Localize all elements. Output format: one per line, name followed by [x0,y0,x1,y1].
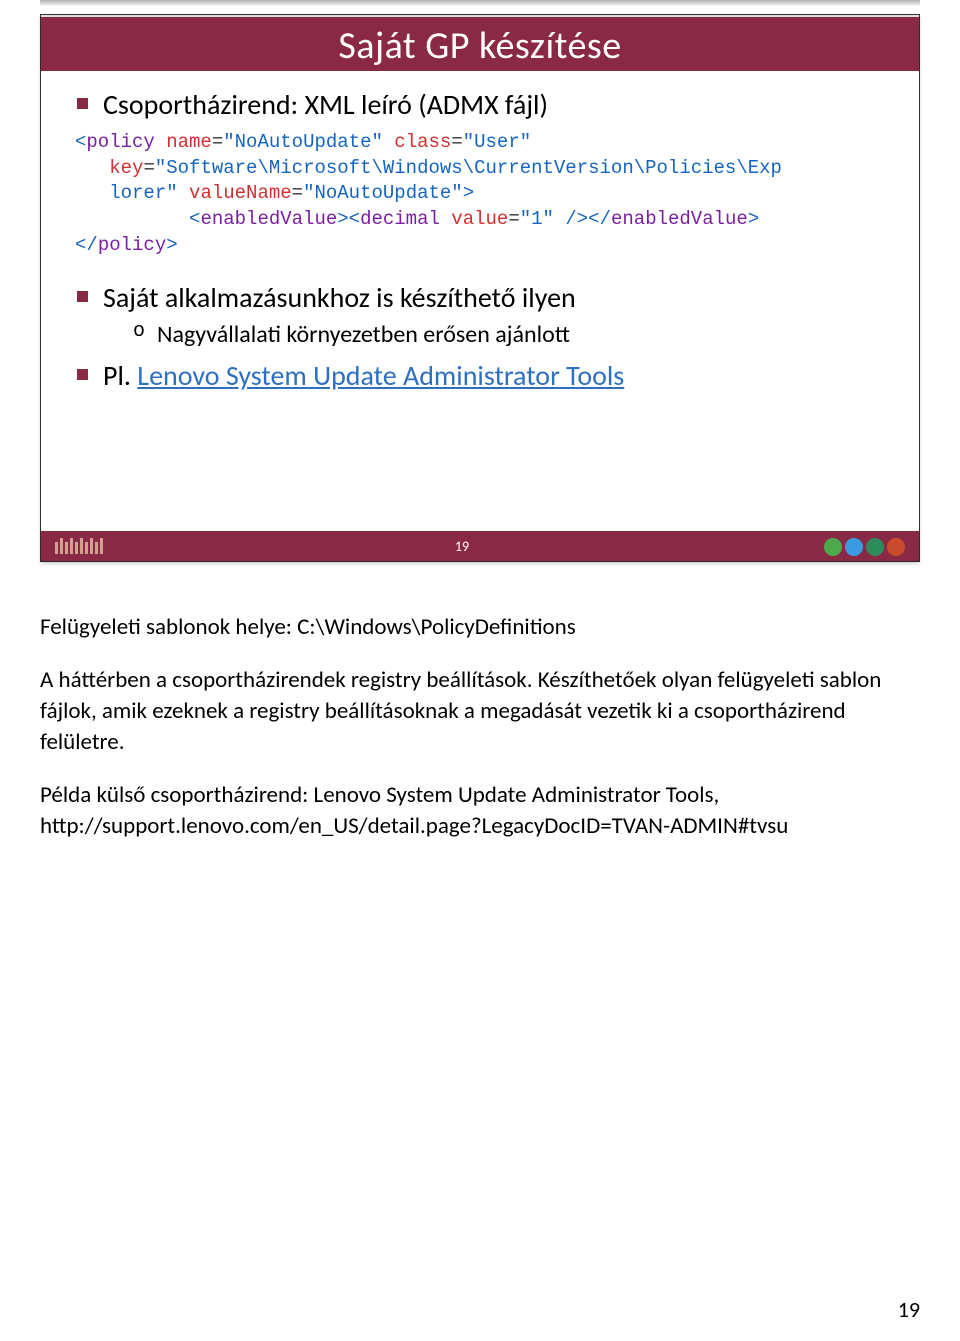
code-block-admx: <policy name="NoAutoUpdate" class="User"… [63,130,897,258]
code-angle: </ [75,234,98,256]
code-val: "1" [520,208,554,230]
link-lenovo-tools[interactable]: Lenovo System Update Administrator Tools [137,358,624,393]
code-angle: < [349,208,360,230]
slide-title: Saját GP készítése [41,23,919,69]
code-tag: enabledValue [611,208,748,230]
code-val: "User" [463,131,531,153]
slide-container: Saját GP készítése Csoportházirend: XML … [40,14,920,562]
note-paragraph: Felügyeleti sablonok helye: C:\Windows\P… [40,612,920,643]
code-angle: < [189,208,200,230]
speaker-notes: Felügyeleti sablonok helye: C:\Windows\P… [0,562,960,842]
bullet-example-prefix: Pl. [103,358,137,393]
code-eq: = [292,182,303,204]
code-val: "NoAutoUpdate" [223,131,383,153]
slide-body: Csoportházirend: XML leíró (ADMX fájl) <… [41,71,919,531]
code-angle: > [748,208,759,230]
code-angle: < [75,131,86,153]
footer-nav-icons [821,536,905,555]
nav-dot-icon[interactable] [887,538,905,556]
code-val: "NoAutoUpdate" [303,182,463,204]
code-eq: = [143,157,154,179]
code-attr: name [155,131,212,153]
code-attr: value [440,208,508,230]
nav-dot-icon[interactable] [866,538,884,556]
code-eq: = [212,131,223,153]
code-attr: valueName [178,182,292,204]
subbullet-recommended: Nagyvállalati környezetben erősen ajánlo… [133,319,897,350]
code-eq: = [508,208,519,230]
footer-logo-icon [55,538,103,554]
note-paragraph: Példa külső csoportházirend: Lenovo Syst… [40,780,920,842]
slide-title-bar: Saját GP készítése [41,15,919,71]
code-tag: enabledValue [200,208,337,230]
code-attr: class [383,131,451,153]
code-angle: > [463,182,474,204]
code-angle: /> [554,208,588,230]
bullet-own-app: Saját alkalmazásunkhoz is készíthető ily… [77,280,897,350]
note-paragraph: A háttérben a csoportházirendek registry… [40,665,920,758]
bullet-example: Pl. Lenovo System Update Administrator T… [77,358,897,393]
code-tag: policy [86,131,154,153]
code-tag: policy [98,234,166,256]
code-val: "Software\Microsoft\Windows\CurrentVersi… [155,157,782,179]
code-angle: </ [588,208,611,230]
code-attr: key [109,157,143,179]
bullet-own-app-text: Saját alkalmazásunkhoz is készíthető ily… [103,280,576,315]
code-angle: > [166,234,177,256]
footer-slide-number: 19 [455,538,469,555]
code-eq: = [451,131,462,153]
code-tag: decimal [360,208,440,230]
slide-footer: 19 [41,531,919,561]
slide-top-edge [40,0,920,6]
code-angle: > [337,208,348,230]
code-val-cont: lorer" [109,182,177,204]
page-number: 19 [898,1296,920,1323]
nav-dot-icon[interactable] [845,538,863,556]
bullet-xml-desc: Csoportházirend: XML leíró (ADMX fájl) [77,87,897,122]
nav-dot-icon[interactable] [824,538,842,556]
